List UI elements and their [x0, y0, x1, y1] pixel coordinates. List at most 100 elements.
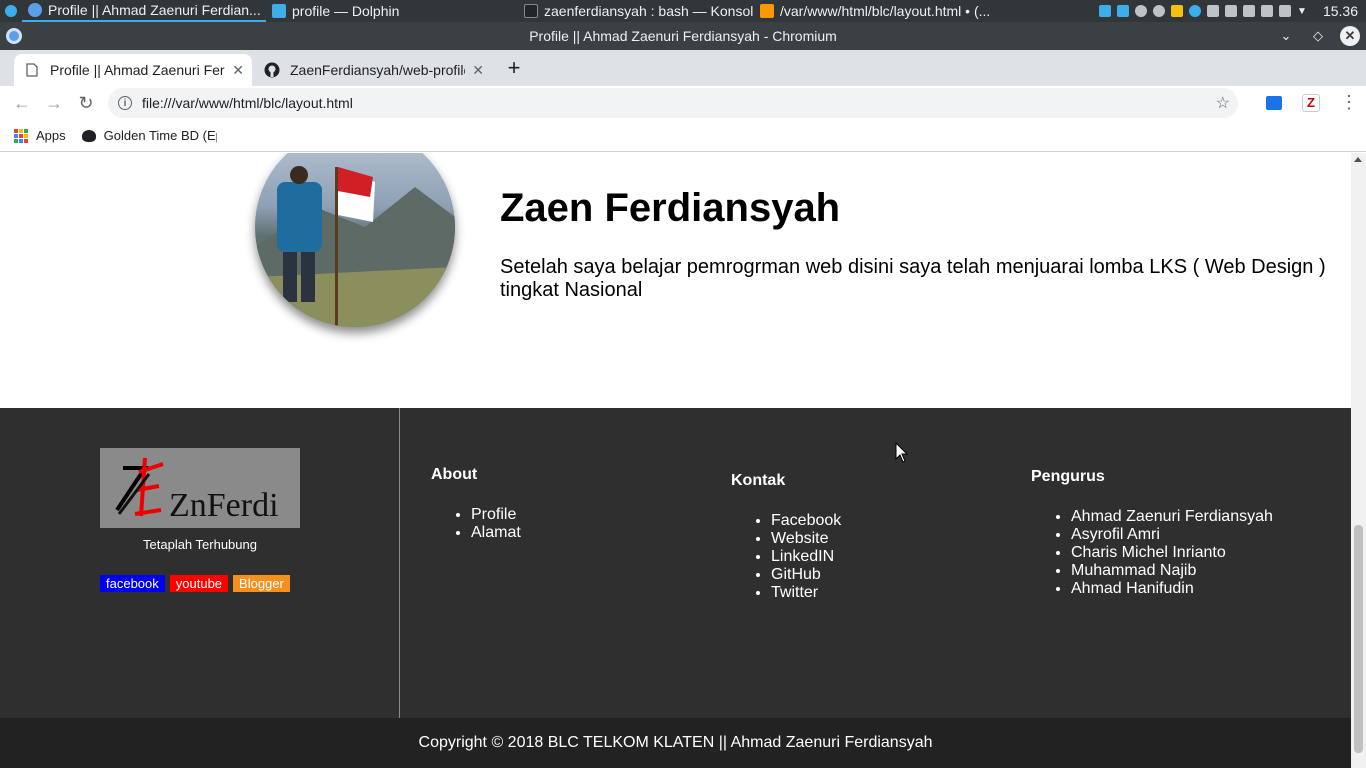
profile-photo	[255, 153, 455, 327]
kontak-link-github[interactable]: GitHub	[771, 566, 841, 584]
logo[interactable]: ZnFerdi	[100, 448, 300, 528]
tab-strip: Profile || Ahmad Zaenuri Ferdiansyah ✕ Z…	[0, 50, 1366, 86]
bookmark-golden-time[interactable]: Golden Time BD (Ep	[81, 128, 217, 143]
window-titlebar: Profile || Ahmad Zaenuri Ferdiansyah - C…	[0, 22, 1366, 50]
taskbar-task-label: profile — Dolphin	[292, 3, 400, 19]
dropbox-icon[interactable]	[1117, 5, 1130, 17]
window-title: Profile || Ahmad Zaenuri Ferdiansyah - C…	[529, 28, 837, 44]
chromium-icon	[28, 3, 42, 17]
tray-expand-icon[interactable]: ▼	[1297, 6, 1307, 17]
url-text[interactable]: file:///var/www/html/blc/layout.html	[142, 95, 353, 111]
reload-icon[interactable]: ↻	[70, 87, 102, 119]
extension-icon[interactable]	[1266, 95, 1282, 110]
social-links: facebook youtube Blogger	[100, 575, 290, 592]
taskbar-task-dolphin[interactable]: profile — Dolphin	[266, 0, 510, 22]
pengurus-item: Asyrofil Amri	[1071, 526, 1273, 544]
new-tab-button[interactable]: +	[503, 57, 525, 80]
page-scrollbar[interactable]	[1351, 153, 1366, 768]
close-tab-icon[interactable]: ✕	[232, 62, 244, 79]
close-window-icon[interactable]: ✕	[1340, 26, 1360, 46]
pengurus-item: Ahmad Hanifudin	[1071, 580, 1273, 598]
page-icon	[24, 62, 40, 78]
tab-title: ZaenFerdiansyah/web-profile	[290, 62, 465, 78]
tab-profile[interactable]: Profile || Ahmad Zaenuri Ferdiansyah ✕	[14, 54, 252, 86]
bluetooth-icon[interactable]	[1189, 5, 1202, 17]
maximize-icon[interactable]: ◇	[1308, 26, 1328, 46]
logo-text: ZnFerdi	[169, 487, 279, 524]
about-link-profile[interactable]: Profile	[471, 506, 521, 524]
footer-kontak: Kontak Facebook Website LinkedIN GitHub …	[731, 472, 841, 602]
taskbar-task-chromium[interactable]: Profile || Ahmad Zaenuri Ferdian...	[22, 0, 266, 22]
info-icon[interactable]	[1135, 5, 1148, 17]
kontak-heading: Kontak	[731, 472, 786, 489]
page-content: Zaen Ferdiansyah Setelah saya belajar pe…	[0, 153, 1351, 768]
blogger-link[interactable]: Blogger	[233, 575, 290, 592]
kontak-link-website[interactable]: Website	[771, 530, 841, 548]
minimize-icon[interactable]: ⌄	[1276, 26, 1296, 46]
footer: ZnFerdi Tetaplah Terhubung facebook yout…	[0, 408, 1351, 718]
taskbar-task-sublime[interactable]: /var/www/html/blc/layout.html • (...	[754, 0, 998, 22]
storage-icon[interactable]	[1261, 5, 1274, 17]
footer-tagline: Tetaplah Terhubung	[143, 537, 257, 552]
footer-about: About Profile Alamat	[431, 466, 521, 542]
close-tab-icon[interactable]: ✕	[472, 62, 484, 79]
address-bar[interactable]: i file:///var/www/html/blc/layout.html ☆	[108, 88, 1238, 118]
taskbar-task-label: zaenferdiansyah : bash — Konsole	[544, 3, 754, 19]
folder-icon	[272, 4, 286, 18]
about-link-alamat[interactable]: Alamat	[471, 524, 521, 542]
github-icon	[264, 62, 280, 78]
kontak-link-twitter[interactable]: Twitter	[771, 584, 841, 602]
logo-mark: ZnFerdi	[115, 457, 279, 524]
bookmark-star-icon[interactable]: ☆	[1216, 93, 1230, 113]
taskbar-task-konsole[interactable]: zaenferdiansyah : bash — Konsole	[510, 0, 754, 22]
terminal-icon	[524, 4, 538, 18]
scrollbar-thumb[interactable]	[1354, 525, 1363, 753]
menu-icon[interactable]: ⋮	[1340, 92, 1358, 113]
application-launcher[interactable]	[0, 0, 22, 22]
youtube-link[interactable]: youtube	[169, 575, 229, 592]
profile-name: Zaen Ferdiansyah	[500, 186, 841, 230]
taskbar-task-label: Profile || Ahmad Zaenuri Ferdian...	[48, 2, 261, 18]
wifi-icon[interactable]	[1207, 5, 1220, 17]
pengurus-item: Charis Michel Inrianto	[1071, 544, 1273, 562]
kontak-link-linkedin[interactable]: LinkedIN	[771, 548, 841, 566]
scroll-up-icon[interactable]	[1354, 157, 1362, 162]
cat-icon	[81, 129, 96, 142]
clock[interactable]: 15.36	[1323, 3, 1358, 19]
copyright-bar: Copyright © 2018 BLC TELKOM KLATEN || Ah…	[0, 718, 1351, 768]
volume-icon[interactable]	[1279, 5, 1292, 17]
launcher-icon	[5, 5, 17, 17]
tab-github[interactable]: ZaenFerdiansyah/web-profile ✕	[254, 54, 492, 86]
battery-icon[interactable]	[1243, 5, 1256, 17]
pengurus-heading: Pengurus	[1031, 468, 1105, 485]
bookmarks-bar: Apps Golden Time BD (Ep	[0, 120, 1366, 152]
info-icon[interactable]: i	[118, 96, 132, 110]
chromium-icon[interactable]	[6, 28, 22, 44]
kontak-link-facebook[interactable]: Facebook	[771, 512, 841, 530]
forward-icon[interactable]: →	[38, 87, 70, 119]
network-icon[interactable]	[1225, 5, 1238, 17]
footer-pengurus: Pengurus Ahmad Zaenuri Ferdiansyah Asyro…	[1031, 468, 1273, 598]
profile-avatar-icon[interactable]: Z	[1302, 93, 1320, 112]
bookmark-apps[interactable]: Apps	[14, 128, 66, 143]
profile-bio: Setelah saya belajar pemrogrman web disi…	[500, 256, 1326, 301]
facebook-link[interactable]: facebook	[100, 575, 165, 592]
system-tray: ▼ 15.36	[1099, 3, 1366, 19]
clipboard-icon[interactable]	[1171, 5, 1184, 17]
taskbar-task-label: /var/www/html/blc/layout.html • (...	[780, 3, 991, 19]
pengurus-item: Ahmad Zaenuri Ferdiansyah	[1071, 508, 1273, 526]
bookmark-label: Golden Time BD (Ep	[103, 128, 217, 143]
about-heading: About	[431, 466, 478, 483]
taskbar: Profile || Ahmad Zaenuri Ferdian... prof…	[0, 0, 1366, 22]
pengurus-item: Muhammad Najib	[1071, 562, 1273, 580]
copyright-text: Copyright © 2018 BLC TELKOM KLATEN || Ah…	[418, 734, 933, 751]
back-icon[interactable]: ←	[6, 87, 38, 119]
apps-grid-icon	[14, 128, 28, 143]
browser-toolbar: ← → ↻ i file:///var/www/html/blc/layout.…	[0, 86, 1366, 120]
notes-icon[interactable]	[1099, 5, 1112, 17]
update-icon[interactable]	[1153, 5, 1166, 17]
tab-title: Profile || Ahmad Zaenuri Ferdiansyah	[50, 62, 225, 78]
sublime-text-icon	[760, 4, 774, 18]
footer-brand: ZnFerdi Tetaplah Terhubung facebook yout…	[0, 408, 400, 718]
bookmark-label: Apps	[36, 128, 66, 143]
